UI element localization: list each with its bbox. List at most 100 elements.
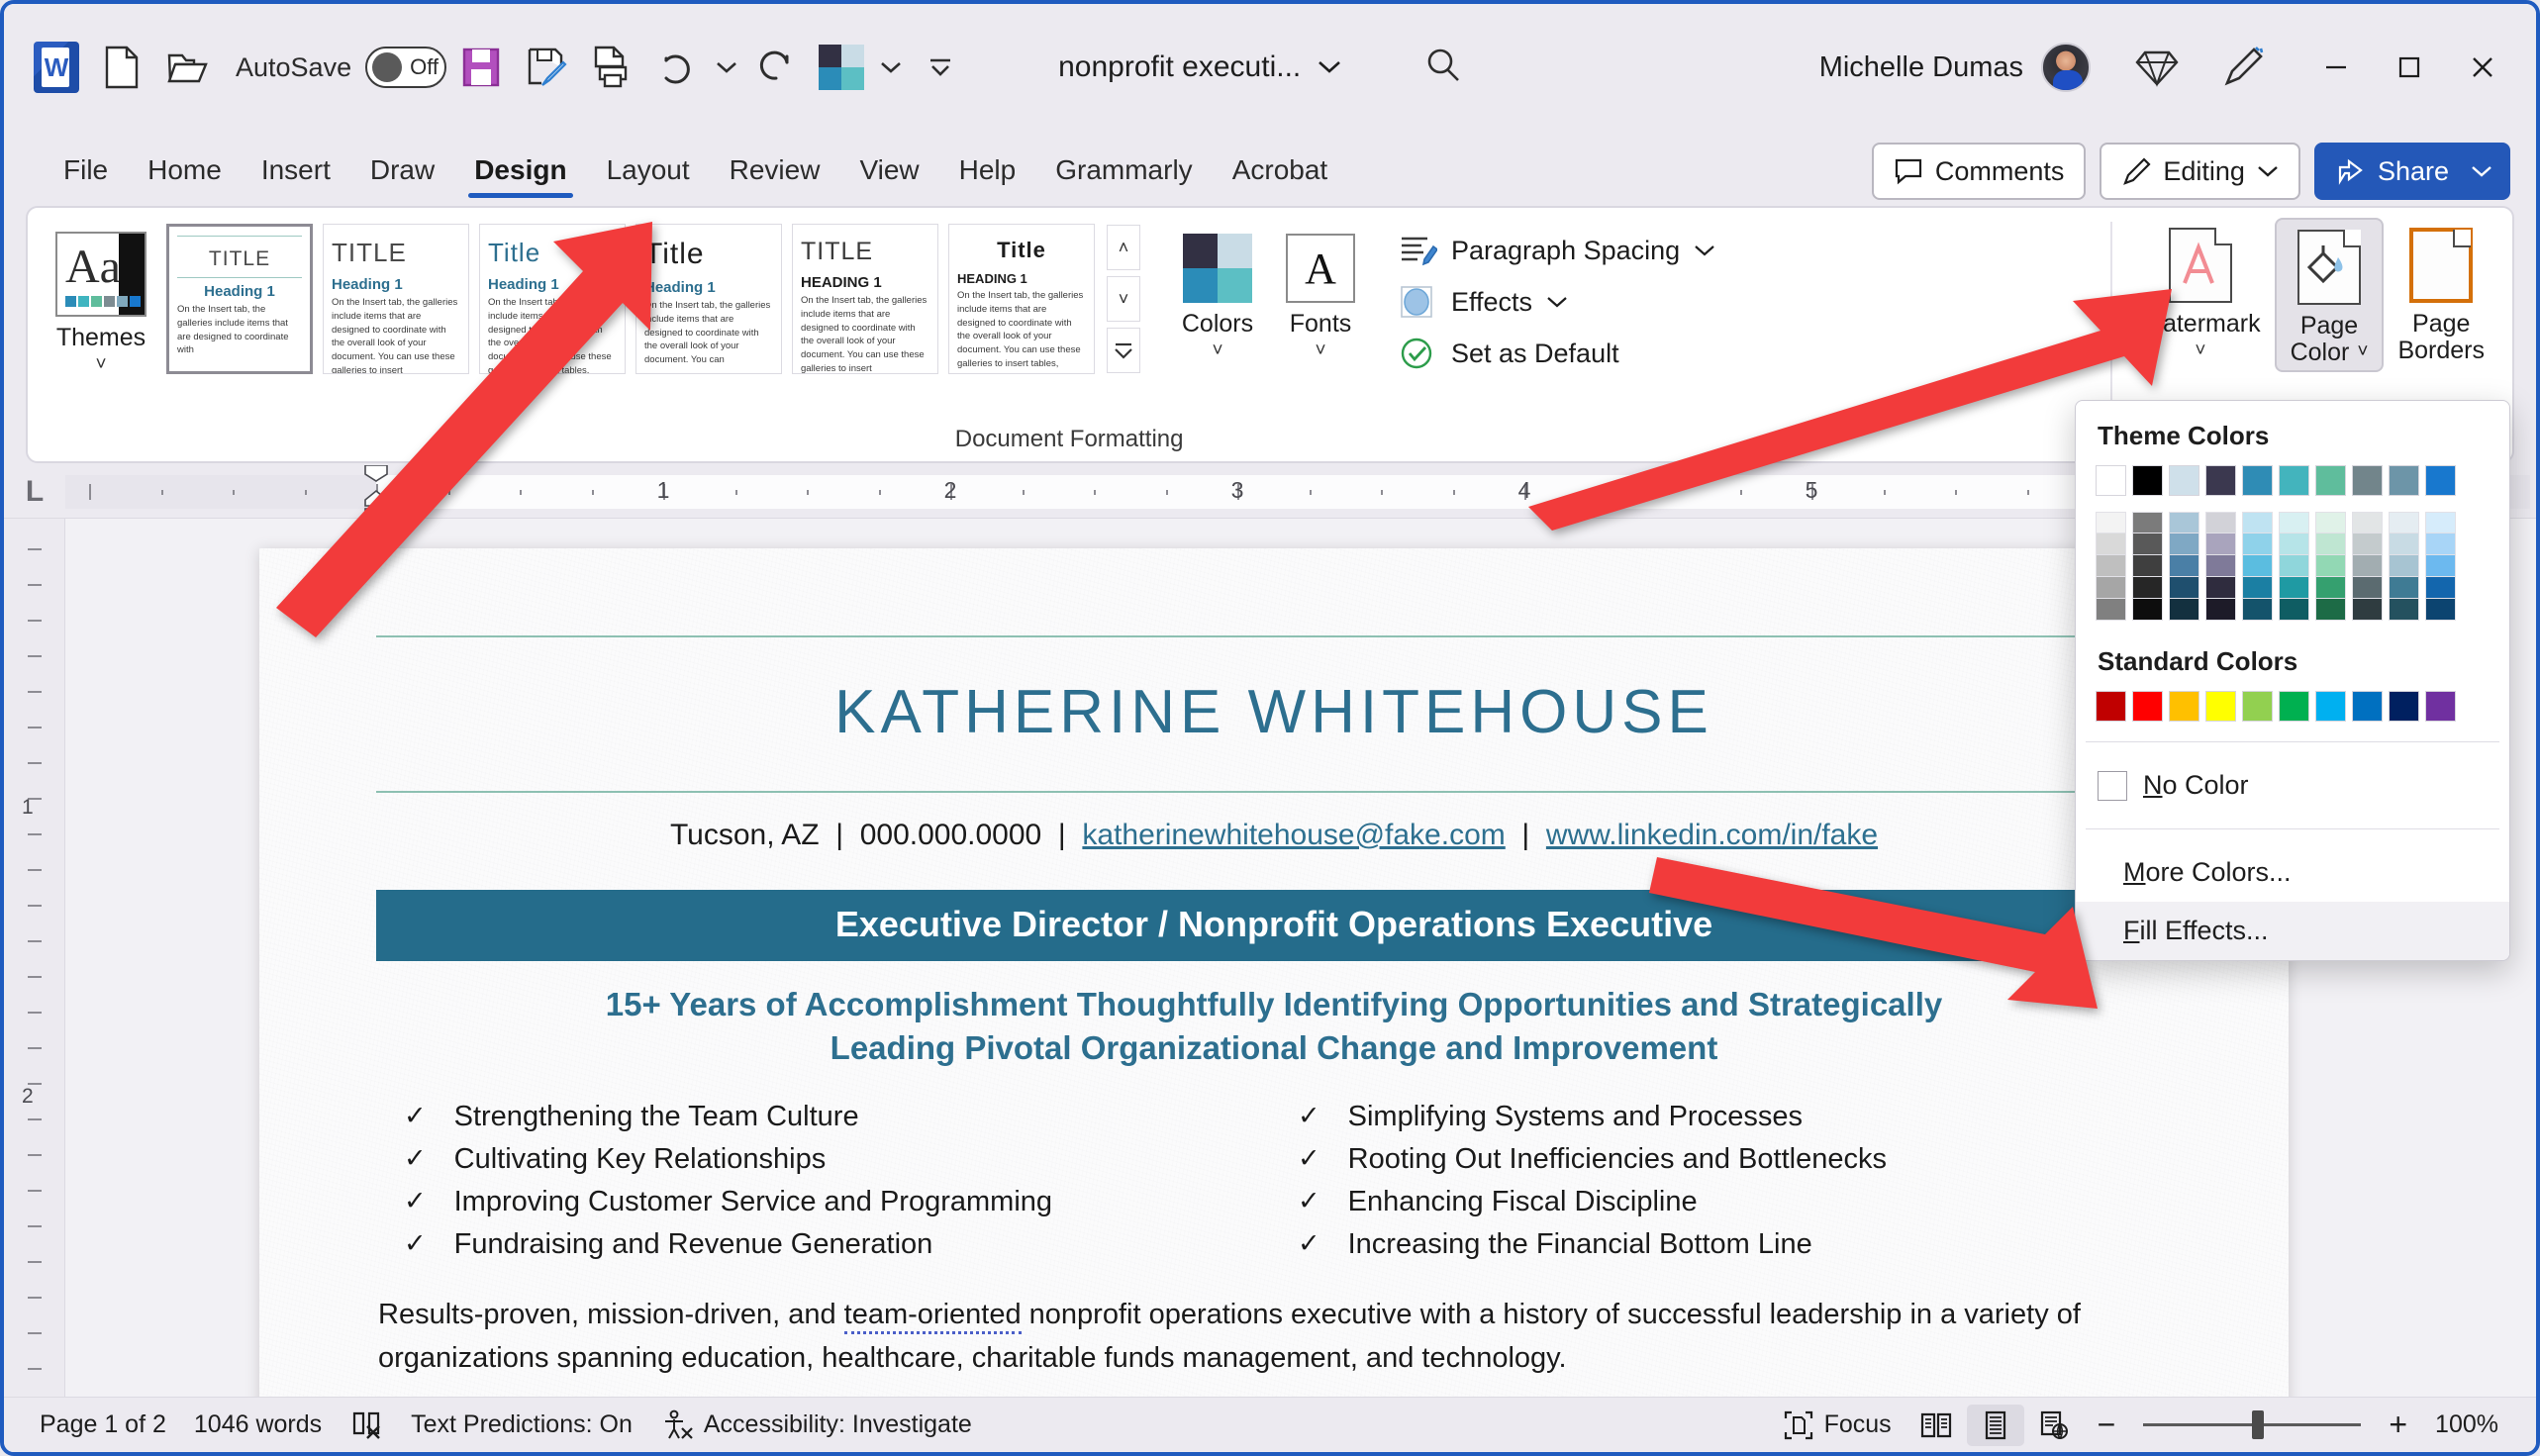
focus-button[interactable]: Focus <box>1769 1404 1905 1447</box>
style-gallery-item[interactable]: Title HEADING 1 On the Insert tab, the g… <box>948 224 1095 374</box>
theme-color-variant-swatch[interactable] <box>2242 512 2273 534</box>
theme-color-variant-swatch[interactable] <box>2132 534 2163 555</box>
word-count[interactable]: 1046 words <box>180 1405 336 1445</box>
style-gallery-item[interactable]: TITLE HEADING 1 On the Insert tab, the g… <box>792 224 938 374</box>
theme-color-variant-swatch[interactable] <box>2352 534 2383 555</box>
theme-color-swatch[interactable] <box>2205 465 2236 496</box>
contact-email-link[interactable]: katherinewhitehouse@fake.com <box>1082 819 1505 851</box>
theme-color-variant-swatch[interactable] <box>2315 534 2346 555</box>
fonts-button[interactable]: A Fonts ˅ <box>1269 218 1372 364</box>
maximize-icon[interactable] <box>2374 36 2445 99</box>
tab-grammarly[interactable]: Grammarly <box>1035 146 1212 200</box>
standard-color-swatch[interactable] <box>2242 691 2273 722</box>
theme-color-variant-swatch[interactable] <box>2132 512 2163 534</box>
theme-color-variant-swatch[interactable] <box>2425 534 2456 555</box>
fonts-chevron-down-icon[interactable]: ˅ <box>1315 341 1325 360</box>
theme-color-swatch[interactable] <box>2425 465 2456 496</box>
zoom-out-button[interactable]: − <box>2084 1401 2130 1449</box>
theme-color-variant-swatch[interactable] <box>2315 577 2346 599</box>
style-gallery-item[interactable]: TITLE Heading 1 On the Insert tab, the g… <box>166 224 313 374</box>
vertical-ruler[interactable]: 12 <box>4 519 65 1397</box>
theme-color-variant-swatch[interactable] <box>2205 534 2236 555</box>
theme-color-variant-swatch[interactable] <box>2389 599 2419 621</box>
close-icon[interactable] <box>2447 36 2518 99</box>
standard-color-swatch[interactable] <box>2132 691 2163 722</box>
page-indicator[interactable]: Page 1 of 2 <box>26 1405 180 1445</box>
style-gallery-item[interactable]: TITLE Heading 1 On the Insert tab, the g… <box>323 224 469 374</box>
tab-view[interactable]: View <box>839 146 938 200</box>
avatar[interactable] <box>2041 43 2091 92</box>
theme-color-swatch[interactable] <box>2242 465 2273 496</box>
gallery-more-icon[interactable] <box>1107 328 1140 373</box>
theme-color-variant-swatch[interactable] <box>2315 599 2346 621</box>
theme-color-variant-swatch[interactable] <box>2425 577 2456 599</box>
undo-icon[interactable] <box>646 37 708 98</box>
theme-color-variant-swatch[interactable] <box>2279 555 2309 577</box>
style-gallery-item[interactable]: Title Heading 1 On the Insert tab, the g… <box>635 224 782 374</box>
undo-dropdown-chevron-down-icon[interactable] <box>712 37 741 98</box>
gallery-scroll-down-icon[interactable]: ˅ <box>1107 276 1140 322</box>
autosave-toggle[interactable]: Off <box>365 47 447 88</box>
new-document-icon[interactable] <box>91 37 152 98</box>
theme-color-variant-swatch[interactable] <box>2352 599 2383 621</box>
theme-color-variant-swatch[interactable] <box>2389 512 2419 534</box>
theme-color-variant-swatch[interactable] <box>2242 534 2273 555</box>
theme-color-variant-swatch[interactable] <box>2389 577 2419 599</box>
theme-color-swatch[interactable] <box>2279 465 2309 496</box>
theme-color-variant-swatch[interactable] <box>2352 555 2383 577</box>
tab-help[interactable]: Help <box>939 146 1036 200</box>
page-color-chevron-down-icon[interactable]: ˅ <box>2357 342 2368 363</box>
standard-color-swatch[interactable] <box>2205 691 2236 722</box>
theme-color-variant-swatch[interactable] <box>2205 577 2236 599</box>
theme-color-variant-swatch[interactable] <box>2096 577 2126 599</box>
theme-color-variant-swatch[interactable] <box>2242 577 2273 599</box>
standard-color-swatch[interactable] <box>2315 691 2346 722</box>
search-icon[interactable] <box>1414 36 1473 100</box>
theme-color-variant-swatch[interactable] <box>2279 534 2309 555</box>
style-gallery-item[interactable]: Title Heading 1 On the Insert tab, the g… <box>479 224 626 374</box>
theme-color-variant-swatch[interactable] <box>2096 599 2126 621</box>
standard-color-swatch[interactable] <box>2425 691 2456 722</box>
set-as-default-button[interactable]: Set as Default <box>1386 331 1727 376</box>
proofing-icon[interactable] <box>336 1403 397 1448</box>
zoom-in-button[interactable]: + <box>2375 1401 2421 1449</box>
theme-color-swatch[interactable] <box>2096 465 2126 496</box>
document-title-button[interactable]: nonprofit executi... <box>1044 43 1356 92</box>
theme-color-variant-swatch[interactable] <box>2096 555 2126 577</box>
hanging-indent-marker[interactable] <box>361 489 391 530</box>
theme-color-variant-swatch[interactable] <box>2352 577 2383 599</box>
theme-color-variant-swatch[interactable] <box>2242 599 2273 621</box>
minimize-icon[interactable] <box>2300 36 2372 99</box>
theme-color-variant-swatch[interactable] <box>2279 512 2309 534</box>
theme-color-variant-swatch[interactable] <box>2315 555 2346 577</box>
page-color-button[interactable]: Page Color ˅ <box>2274 218 2385 372</box>
tab-insert[interactable]: Insert <box>242 146 350 200</box>
theme-color-variant-swatch[interactable] <box>2242 555 2273 577</box>
tab-design[interactable]: Design <box>454 146 586 200</box>
swatch-dropdown-chevron-down-icon[interactable] <box>876 37 906 98</box>
zoom-slider[interactable] <box>2129 1410 2375 1439</box>
theme-color-swatch[interactable] <box>2352 465 2383 496</box>
share-button[interactable]: Share <box>2313 143 2510 200</box>
fill-effects-menu-item[interactable]: Fill Effects... <box>2076 902 2509 960</box>
customize-quick-access-icon[interactable] <box>910 37 971 98</box>
themes-chevron-down-icon[interactable]: ˅ <box>95 355 106 374</box>
gallery-scrollbar[interactable]: ˄ ˅ <box>1107 225 1140 373</box>
theme-color-variant-swatch[interactable] <box>2096 534 2126 555</box>
tab-stop-selector[interactable]: L <box>4 475 65 509</box>
theme-color-variant-swatch[interactable] <box>2389 555 2419 577</box>
theme-colors-swatch-icon[interactable] <box>811 37 872 98</box>
theme-color-variant-swatch[interactable] <box>2425 555 2456 577</box>
theme-color-swatch[interactable] <box>2315 465 2346 496</box>
read-mode-button[interactable] <box>1905 1405 1967 1446</box>
open-folder-icon[interactable] <box>156 37 218 98</box>
theme-color-variant-swatch[interactable] <box>2205 599 2236 621</box>
theme-color-variant-swatch[interactable] <box>2425 599 2456 621</box>
tab-file[interactable]: File <box>44 146 128 200</box>
standard-color-swatch[interactable] <box>2352 691 2383 722</box>
watermark-chevron-down-icon[interactable]: ˅ <box>2195 341 2205 360</box>
tab-home[interactable]: Home <box>128 146 242 200</box>
theme-color-variant-swatch[interactable] <box>2205 512 2236 534</box>
watermark-button[interactable]: Watermark ˅ <box>2126 218 2274 364</box>
theme-color-swatch[interactable] <box>2132 465 2163 496</box>
